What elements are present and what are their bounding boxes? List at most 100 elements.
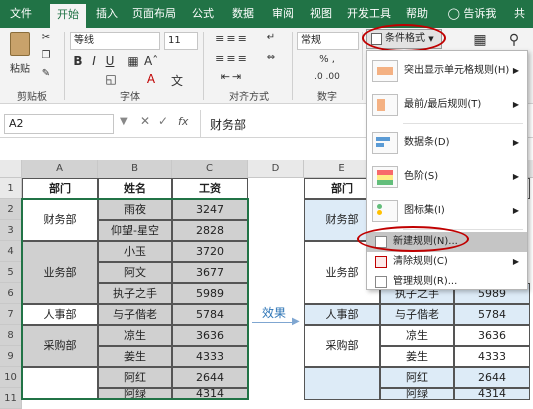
dept-cell[interactable]: 财务部 [22,199,98,241]
dept-cell[interactable]: 采购部 [22,325,98,367]
row-header[interactable]: 6 [0,283,22,304]
menu-item-color-scales[interactable]: 色阶(S) ▶ [367,161,527,193]
tab-insert[interactable]: 插入 [90,0,124,28]
tell-me-search[interactable]: ◯ 告诉我 [438,0,506,28]
column-header-d[interactable]: D [248,160,304,178]
header-cell-salary[interactable]: 工资 [172,178,248,199]
decimal-icons[interactable]: .0 .00 [298,72,356,86]
salary-cell[interactable]: 2644 [172,367,248,388]
paste-button[interactable]: 粘贴 [6,32,34,84]
name-box[interactable]: A2 [4,114,114,134]
name-cell[interactable]: 阿文 [98,262,172,283]
name-cell[interactable]: 雨夜 [98,199,172,220]
percent-comma-icons[interactable]: % , [298,54,356,68]
name-cell[interactable]: 阿红 [380,367,454,388]
select-all-corner[interactable] [0,160,22,178]
share-button[interactable]: 共 [506,0,533,28]
tab-review[interactable]: 审阅 [266,0,300,28]
menu-item-icon-sets[interactable]: 图标集(I) ▶ [367,195,527,227]
formula-input[interactable]: 财务部 [210,116,246,133]
salary-cell[interactable]: 2644 [454,367,530,388]
dept-cell[interactable]: 采购部 [304,325,380,367]
salary-cell[interactable]: 3636 [454,325,530,346]
salary-cell[interactable]: 5784 [454,304,530,325]
wrap-text-icon[interactable]: ↵ [262,32,280,46]
salary-cell[interactable]: 3636 [172,325,248,346]
name-cell[interactable]: 阿红 [98,367,172,388]
dept-cell[interactable]: 业务部 [22,241,98,304]
tab-page-layout[interactable]: 页面布局 [128,0,180,28]
row-header[interactable]: 1 [0,178,22,199]
row-header[interactable]: 10 [0,367,22,388]
name-cell[interactable]: 与子偕老 [98,304,172,325]
header-cell-name[interactable]: 姓名 [98,178,172,199]
border-icon[interactable]: ▦ [126,54,140,68]
format-painter-icon[interactable]: ✎ [38,68,54,82]
increase-font-icon[interactable]: Aˆ [144,54,158,68]
copy-icon[interactable]: ❐ [38,50,54,64]
tab-developer[interactable]: 开发工具 [342,0,396,28]
name-cell[interactable]: 小玉 [98,241,172,262]
confirm-icon[interactable]: ✓ [158,114,168,128]
cut-icon[interactable]: ✂ [38,32,54,46]
tab-formulas[interactable]: 公式 [186,0,220,28]
menu-item-data-bars[interactable]: 数据条(D) ▶ [367,127,527,159]
font-size-combo[interactable]: 11 [164,32,198,50]
name-cell[interactable]: 凉生 [98,325,172,346]
column-header-a[interactable]: A [22,160,98,178]
menu-item-manage-rules[interactable]: 管理规则(R)... [367,272,527,292]
salary-cell[interactable]: 5989 [172,283,248,304]
font-color-icon[interactable]: A [144,72,158,86]
row-header[interactable]: 2 [0,199,22,220]
salary-cell[interactable]: 3720 [172,241,248,262]
tab-view[interactable]: 视图 [304,0,338,28]
dept-cell[interactable] [304,367,380,400]
column-header-b[interactable]: B [98,160,172,178]
cancel-icon[interactable]: ✕ [140,114,150,128]
salary-cell[interactable]: 4314 [172,388,248,400]
name-cell[interactable]: 与子偕老 [380,304,454,325]
cells-icon[interactable]: ▦ [470,32,490,48]
salary-cell[interactable]: 4314 [454,388,530,400]
indent-icons[interactable]: ⇤⇥ [208,70,256,84]
name-cell[interactable]: 阿绿 [98,388,172,400]
merge-center-icon[interactable]: ⇔ [262,52,280,66]
italic-button[interactable]: I [88,54,100,68]
font-name-combo[interactable]: 等线 [70,32,160,50]
phonetic-icon[interactable]: 文 [170,72,184,89]
name-cell[interactable]: 仰望-星空 [98,220,172,241]
salary-cell[interactable]: 3677 [172,262,248,283]
bold-button[interactable]: B [72,54,84,68]
menu-item-highlight-cells[interactable]: 突出显示单元格规则(H) ▶ [367,55,527,87]
dept-cell[interactable]: 人事部 [304,304,380,325]
name-cell[interactable]: 执子之手 [98,283,172,304]
vertical-align-icons[interactable]: ≡≡≡ [208,32,256,46]
row-header[interactable]: 5 [0,262,22,283]
row-header[interactable]: 8 [0,325,22,346]
function-icon[interactable]: fx [178,115,188,128]
tab-file[interactable]: 文件 [0,0,42,28]
tab-home[interactable]: 开始 [50,4,86,28]
dept-cell[interactable]: 人事部 [22,304,98,325]
row-header[interactable]: 3 [0,220,22,241]
salary-cell[interactable]: 2828 [172,220,248,241]
tab-data[interactable]: 数据 [226,0,260,28]
fill-color-icon[interactable]: ◱ [104,72,118,86]
row-header[interactable]: 4 [0,241,22,262]
menu-item-clear-rules[interactable]: 清除规则(C) ▶ [367,252,527,272]
horizontal-align-icons[interactable]: ≡≡≡ [208,52,256,66]
name-cell[interactable]: 凉生 [380,325,454,346]
row-header[interactable]: 9 [0,346,22,367]
name-cell[interactable]: 姜生 [380,346,454,367]
salary-cell[interactable]: 4333 [454,346,530,367]
name-cell[interactable]: 姜生 [98,346,172,367]
row-header[interactable]: 7 [0,304,22,325]
salary-cell[interactable]: 4333 [172,346,248,367]
salary-cell[interactable]: 3247 [172,199,248,220]
row-header[interactable]: 11 [0,388,22,409]
salary-cell[interactable]: 5784 [172,304,248,325]
menu-item-top-bottom[interactable]: 最前/最后规则(T) ▶ [367,89,527,121]
number-format-combo[interactable]: 常规 [297,32,359,50]
dept-cell[interactable] [22,367,98,400]
name-box-dropdown-icon[interactable]: ▼ [120,116,128,127]
